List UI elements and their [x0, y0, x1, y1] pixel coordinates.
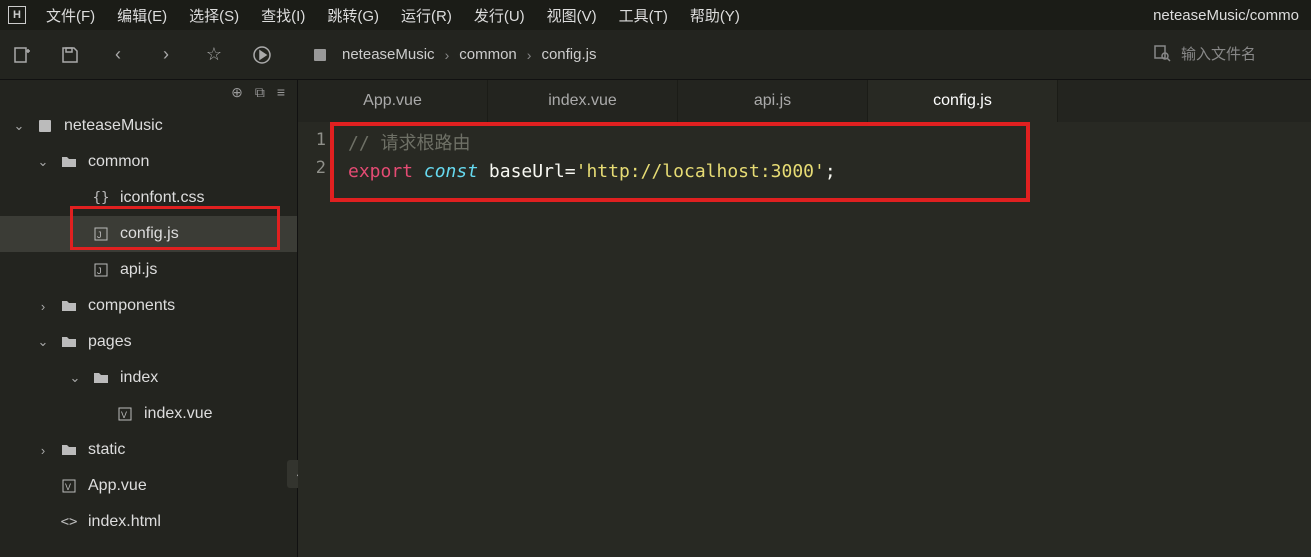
- editor-area: App.vueindex.vueapi.jsconfig.js 12 // 请求…: [298, 80, 1311, 557]
- breadcrumb: neteaseMusic › common › config.js: [308, 43, 596, 67]
- tree-file[interactable]: Japi.js: [0, 252, 297, 288]
- search-icon: [1153, 44, 1171, 66]
- menu-file[interactable]: 文件(F): [36, 1, 105, 30]
- tree-folder[interactable]: ⌄ index: [0, 360, 297, 396]
- js-icon: J: [92, 227, 110, 241]
- tree-item-label: api.js: [120, 261, 157, 279]
- editor-tabs: App.vueindex.vueapi.jsconfig.js: [298, 80, 1311, 122]
- chevron-right-icon: ›: [527, 47, 532, 63]
- js-icon: J: [92, 263, 110, 277]
- vue-icon: V: [60, 479, 78, 493]
- play-icon[interactable]: [250, 43, 274, 67]
- tree-item-label: index: [120, 369, 158, 387]
- tree-file[interactable]: Jconfig.js: [0, 216, 297, 252]
- folder-icon: [92, 370, 110, 386]
- tree-file[interactable]: Vindex.vue: [0, 396, 297, 432]
- menu-goto[interactable]: 跳转(G): [317, 1, 389, 30]
- folder-icon: [60, 442, 78, 458]
- save-icon[interactable]: [58, 43, 82, 67]
- vue-icon: V: [116, 407, 134, 421]
- expand-icon[interactable]: ⌄: [36, 154, 50, 170]
- tree-item-label: iconfont.css: [120, 189, 204, 207]
- toolbar: ‹ › ☆ neteaseMusic › common › config.js: [0, 30, 1311, 80]
- tree-item-label: components: [88, 297, 175, 315]
- menu-publish[interactable]: 发行(U): [464, 1, 535, 30]
- tree-item-label: common: [88, 153, 149, 171]
- editor-tab[interactable]: api.js: [678, 80, 868, 122]
- project-icon: [308, 43, 332, 67]
- tree-folder[interactable]: ⌄ pages: [0, 324, 297, 360]
- tree-folder[interactable]: ⌄ common: [0, 144, 297, 180]
- menu-icon[interactable]: ≡: [277, 84, 285, 100]
- tree-item-label: pages: [88, 333, 132, 351]
- expand-icon[interactable]: ›: [36, 299, 50, 314]
- editor-tab[interactable]: config.js: [868, 80, 1058, 122]
- tree-item-label: config.js: [120, 225, 179, 243]
- tree-folder[interactable]: ⌄ neteaseMusic: [0, 108, 297, 144]
- chevron-right-icon: ›: [445, 47, 450, 63]
- breadcrumb-item[interactable]: config.js: [541, 46, 596, 63]
- tree-folder[interactable]: › static: [0, 432, 297, 468]
- star-icon[interactable]: ☆: [202, 43, 226, 67]
- tree-file[interactable]: <> index.html: [0, 504, 297, 540]
- menu-find[interactable]: 查找(I): [251, 1, 315, 30]
- svg-text:V: V: [121, 410, 127, 420]
- code-editor[interactable]: // 请求根路由export const baseUrl='http://loc…: [348, 130, 836, 186]
- editor-tab[interactable]: App.vue: [298, 80, 488, 122]
- menu-run[interactable]: 运行(R): [391, 1, 462, 30]
- tree-file[interactable]: V App.vue: [0, 468, 297, 504]
- folder-icon: [60, 334, 78, 350]
- svg-text:V: V: [65, 482, 71, 492]
- project-icon: [36, 118, 54, 134]
- tree-item-label: index.html: [88, 513, 161, 531]
- nav-back-icon[interactable]: ‹: [106, 43, 130, 67]
- breadcrumb-item[interactable]: common: [459, 46, 517, 63]
- menu-tools[interactable]: 工具(T): [609, 1, 678, 30]
- breadcrumb-item[interactable]: neteaseMusic: [342, 46, 435, 63]
- collapse-all-icon[interactable]: ⧉: [255, 84, 265, 101]
- expand-icon[interactable]: ›: [36, 443, 50, 458]
- html-icon: <>: [60, 514, 78, 530]
- new-file-icon[interactable]: [10, 43, 34, 67]
- svg-text:J: J: [97, 230, 102, 240]
- expand-icon[interactable]: ⌄: [68, 370, 82, 386]
- expand-icon[interactable]: ⌄: [12, 118, 26, 134]
- search-input[interactable]: [1181, 46, 1301, 63]
- file-search[interactable]: [1153, 44, 1301, 66]
- tree-file[interactable]: {} iconfont.css: [0, 180, 297, 216]
- tree-item-label: neteaseMusic: [64, 117, 163, 135]
- menu-help[interactable]: 帮助(Y): [680, 1, 750, 30]
- new-folder-icon[interactable]: ⊕: [231, 84, 243, 101]
- expand-icon[interactable]: ⌄: [36, 334, 50, 350]
- menu-select[interactable]: 选择(S): [179, 1, 249, 30]
- tree-item-label: index.vue: [144, 405, 213, 423]
- app-logo: H: [8, 6, 26, 24]
- nav-forward-icon[interactable]: ›: [154, 43, 178, 67]
- window-title: neteaseMusic/commo: [1153, 7, 1303, 24]
- menu-view[interactable]: 视图(V): [537, 1, 607, 30]
- editor-tab[interactable]: index.vue: [488, 80, 678, 122]
- menubar: H 文件(F) 编辑(E) 选择(S) 查找(I) 跳转(G) 运行(R) 发行…: [0, 0, 1311, 30]
- file-explorer: ⊕ ⧉ ≡ ⌄ neteaseMusic ⌄ common {} iconfont.css…: [0, 80, 298, 557]
- line-gutter: 12: [298, 130, 334, 186]
- menu-edit[interactable]: 编辑(E): [107, 1, 177, 30]
- folder-icon: [60, 298, 78, 314]
- folder-icon: [60, 154, 78, 170]
- tree-item-label: static: [88, 441, 125, 459]
- svg-text:J: J: [97, 266, 102, 276]
- tree-item-label: App.vue: [88, 477, 147, 495]
- tree-folder[interactable]: › components: [0, 288, 297, 324]
- css-icon: {}: [92, 190, 110, 206]
